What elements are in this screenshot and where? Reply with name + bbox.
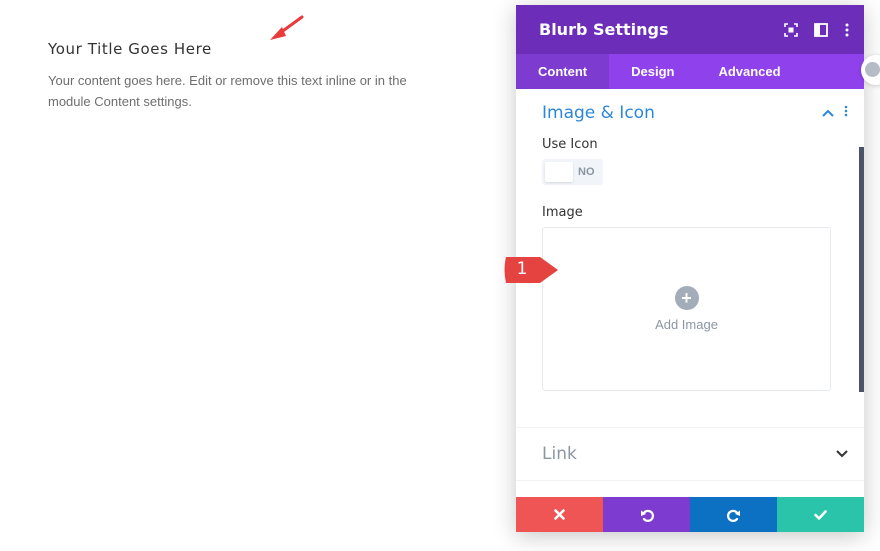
annotation-marker: 1 — [500, 251, 560, 291]
use-icon-label: Use Icon — [542, 137, 598, 152]
toggle-value: NO — [578, 166, 595, 178]
add-image-upload[interactable]: + Add Image — [542, 227, 831, 391]
blurb-title[interactable]: Your Title Goes Here — [48, 40, 428, 58]
annotation-number: 1 — [516, 259, 528, 279]
add-image-label: Add Image — [655, 317, 718, 332]
section-options-icon[interactable] — [844, 104, 848, 122]
undo-button[interactable] — [603, 497, 690, 532]
image-label: Image — [542, 205, 583, 220]
section-header-link[interactable]: Link — [516, 428, 864, 480]
section-title-link: Link — [542, 444, 577, 464]
chevron-up-icon[interactable] — [822, 104, 834, 122]
chevron-down-icon[interactable] — [836, 445, 848, 463]
scrollbar[interactable] — [859, 147, 864, 392]
pointer-arrow-icon — [270, 15, 304, 40]
section-header-image-icon[interactable]: Image & Icon — [516, 89, 864, 137]
cancel-button[interactable] — [516, 497, 603, 532]
undo-icon — [640, 509, 654, 522]
modal-body: Image & Icon Use Icon NO Image + Add Ima… — [516, 89, 864, 497]
tab-design[interactable]: Design — [609, 54, 696, 89]
modal-tabs: Content Design Advanced — [516, 54, 864, 89]
split-view-icon[interactable] — [814, 22, 828, 37]
more-options-icon[interactable] — [844, 23, 850, 37]
toggle-knob — [545, 162, 573, 182]
use-icon-toggle[interactable]: NO — [542, 159, 603, 185]
blurb-content[interactable]: Your content goes here. Edit or remove t… — [48, 70, 428, 112]
tab-content[interactable]: Content — [516, 54, 610, 89]
modal-title: Blurb Settings — [539, 20, 669, 39]
check-icon — [814, 509, 827, 520]
modal-footer — [516, 497, 864, 532]
save-button[interactable] — [777, 497, 864, 532]
settings-modal: Blurb Settings Content Design Advanced I… — [516, 5, 864, 532]
blurb-preview: Your Title Goes Here Your content goes h… — [48, 40, 428, 112]
section-divider-bottom — [516, 480, 864, 481]
close-icon — [554, 509, 565, 520]
tab-advanced[interactable]: Advanced — [696, 54, 802, 89]
redo-icon — [726, 509, 740, 522]
section-title: Image & Icon — [542, 103, 655, 123]
globe-icon — [865, 62, 880, 77]
modal-header[interactable]: Blurb Settings — [516, 5, 864, 54]
plus-icon: + — [674, 286, 699, 310]
fullscreen-icon[interactable] — [784, 22, 798, 37]
redo-button[interactable] — [690, 497, 777, 532]
